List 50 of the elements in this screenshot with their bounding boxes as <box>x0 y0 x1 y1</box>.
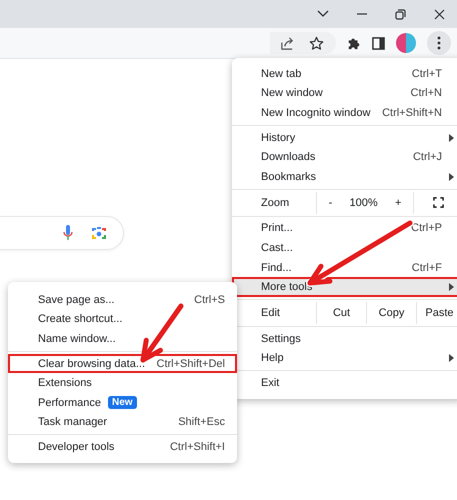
star-icon[interactable] <box>309 36 324 50</box>
edit-action-button[interactable]: Cut <box>316 302 366 324</box>
close-icon[interactable] <box>434 8 445 20</box>
shortcut-text: Shift+Esc <box>178 416 225 428</box>
new-badge: New <box>108 396 137 410</box>
menu-item[interactable]: History <box>232 128 457 148</box>
menu-item[interactable]: Print... Ctrl+P <box>232 218 457 238</box>
menu-item[interactable]: Task manager Shift+Esc <box>8 412 237 432</box>
chevron-down-icon[interactable] <box>317 10 329 18</box>
menu-item[interactable]: Find... Ctrl+F <box>232 258 457 278</box>
side-panel-icon[interactable] <box>372 36 385 50</box>
restore-icon[interactable] <box>395 8 406 20</box>
menu-item[interactable]: Bookmarks <box>232 166 457 187</box>
zoom-label: Zoom <box>260 196 290 211</box>
fullscreen-icon[interactable] <box>432 197 444 208</box>
menu-item[interactable]: Extensions <box>8 373 237 393</box>
puzzle-icon[interactable] <box>347 36 361 50</box>
menu-item[interactable]: New window Ctrl+N <box>232 84 457 104</box>
menu-item[interactable]: Downloads Ctrl+J <box>232 147 457 167</box>
edit-label: Edit <box>260 306 281 321</box>
shortcut-text: Ctrl+T <box>412 68 442 80</box>
menu-item[interactable]: New Incognito window Ctrl+Shift+N <box>232 103 457 123</box>
address-bar[interactable] <box>270 32 336 54</box>
shortcut-text: Ctrl+P <box>411 222 442 234</box>
shortcut-text: Ctrl+F <box>412 262 442 274</box>
shortcut-text: Ctrl+Shift+N <box>382 106 442 119</box>
shortcut-text: Ctrl+J <box>412 151 442 164</box>
menu-item[interactable]: Cast... <box>232 238 457 258</box>
menu-item[interactable]: Create shortcut... <box>8 310 237 330</box>
menu-item[interactable]: Developer tools Ctrl+Shift+I <box>8 437 237 457</box>
zoom-level: 100% <box>350 196 378 209</box>
share-icon[interactable] <box>280 36 295 50</box>
kebab-icon <box>437 36 441 50</box>
shortcut-text: Ctrl+Shift+Del <box>156 358 225 370</box>
shortcut-text: Ctrl+Shift+I <box>170 440 225 453</box>
profile-avatar[interactable] <box>396 33 416 53</box>
zoom-out-button[interactable]: - <box>322 196 338 209</box>
edit-action-button[interactable]: Copy <box>366 302 416 324</box>
shortcut-text: Ctrl+N <box>410 87 442 100</box>
zoom-in-button[interactable]: + <box>388 196 408 209</box>
camera-icon[interactable] <box>91 225 107 241</box>
shortcut-text: Ctrl+S <box>194 294 225 306</box>
microphone-icon[interactable] <box>63 225 73 241</box>
menu-item[interactable]: Name window... <box>8 329 237 349</box>
menu-button[interactable] <box>427 31 451 55</box>
menu-item[interactable]: Performance New <box>8 392 237 413</box>
minimize-icon[interactable] <box>357 13 367 15</box>
edit-action-button[interactable]: Paste <box>416 302 457 324</box>
search-field[interactable] <box>0 216 124 250</box>
menu-item[interactable]: New tab Ctrl+T <box>232 64 457 84</box>
